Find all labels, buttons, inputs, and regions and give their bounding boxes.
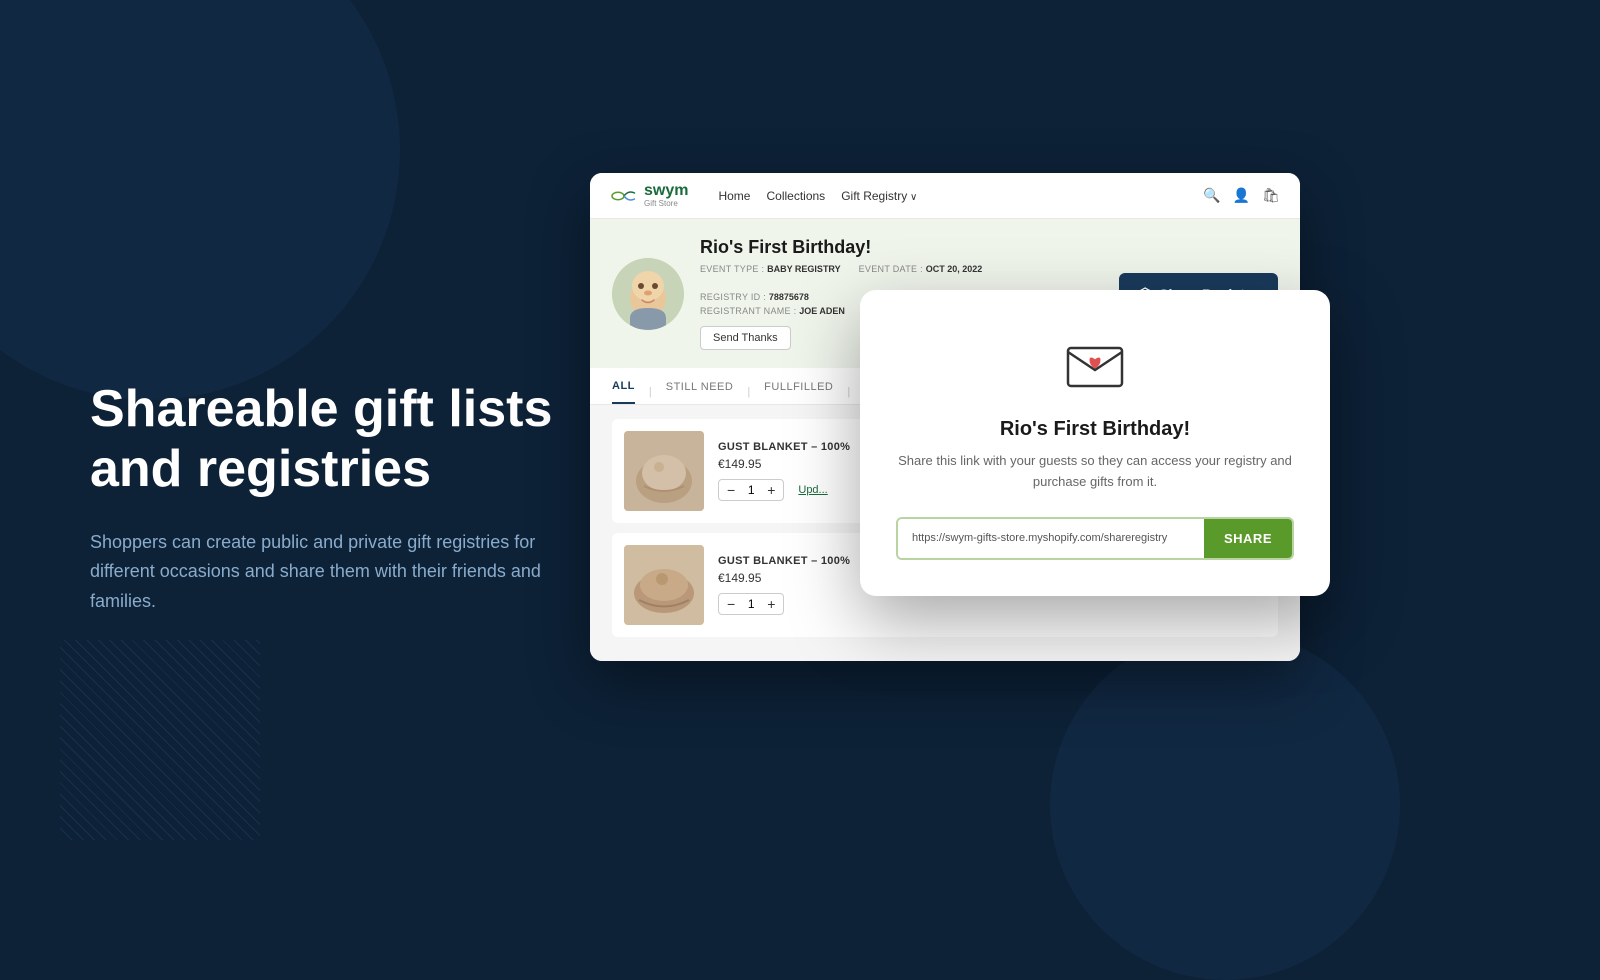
qty-increase-2[interactable]: + — [767, 597, 775, 611]
tab-all[interactable]: ALL — [612, 380, 635, 404]
nav-home[interactable]: Home — [718, 189, 750, 203]
bg-circle-1 — [0, 0, 400, 400]
bg-circle-2 — [1050, 630, 1400, 980]
tab-divider-3: | — [847, 386, 850, 398]
qty-value-2: 1 — [743, 597, 759, 611]
meta-registry-id-label: REGISTRY ID : — [700, 292, 769, 302]
qty-value-1: 1 — [743, 483, 759, 497]
product-image-1 — [624, 431, 704, 511]
gift-registry-icon — [1060, 330, 1130, 400]
meta-event-type: EVENT TYPE : BABY REGISTRY — [700, 264, 841, 274]
modal-title: Rio's First Birthday! — [896, 418, 1294, 441]
store-nav-links: Home Collections Gift Registry — [718, 189, 1183, 203]
nav-collections[interactable]: Collections — [766, 189, 825, 203]
search-icon[interactable]: 🔍 — [1203, 187, 1220, 204]
nav-gift-registry[interactable]: Gift Registry — [841, 189, 917, 203]
store-nav-icons: 🔍 👤 🛍 — [1203, 187, 1280, 204]
cart-icon[interactable]: 🛍 — [1262, 187, 1280, 204]
registry-avatar — [612, 258, 684, 330]
modal-icon — [1060, 330, 1130, 400]
meta-event-date-label: EVENT DATE : — [859, 264, 926, 274]
product-controls-2: − 1 + — [718, 593, 1140, 615]
account-icon[interactable]: 👤 — [1233, 187, 1250, 204]
share-url-row: SHARE — [896, 517, 1294, 560]
qty-decrease-1[interactable]: − — [727, 483, 735, 497]
share-copy-button[interactable]: SHARE — [1204, 519, 1292, 558]
logo-text: swym — [644, 183, 688, 199]
baby-avatar-img — [612, 258, 684, 330]
bg-lines — [60, 640, 260, 840]
swym-logo-icon — [610, 187, 638, 205]
sub-text: Shoppers can create public and private g… — [90, 528, 570, 617]
modal-description: Share this link with your guests so they… — [896, 451, 1294, 493]
tab-still-need[interactable]: STILL NEED — [666, 381, 734, 403]
registry-title: Rio's First Birthday! — [700, 237, 1103, 258]
qty-control-2: − 1 + — [718, 593, 784, 615]
qty-control-1: − 1 + — [718, 479, 784, 501]
tab-divider-1: | — [649, 386, 652, 398]
qty-increase-1[interactable]: + — [767, 483, 775, 497]
meta-event-date-value: OCT 20, 2022 — [926, 264, 983, 274]
store-nav: swym Gift Store Home Collections Gift Re… — [590, 173, 1300, 219]
product-image-svg-2 — [624, 545, 704, 625]
product-image-svg-1 — [624, 431, 704, 511]
share-url-input[interactable] — [898, 519, 1204, 558]
main-heading: Shareable gift lists and registries — [90, 380, 570, 500]
send-thanks-button[interactable]: Send Thanks — [700, 326, 791, 350]
update-link-1[interactable]: Upd... — [798, 484, 827, 496]
product-image-2 — [624, 545, 704, 625]
qty-decrease-2[interactable]: − — [727, 597, 735, 611]
meta-registry-id: REGISTRY ID : 78875678 — [700, 292, 809, 302]
left-section: Shareable gift lists and registries Shop… — [90, 380, 570, 617]
meta-registrant-label: REGISTRANT NAME : — [700, 306, 799, 316]
tab-divider-2: | — [747, 386, 750, 398]
store-logo: swym Gift Store — [610, 183, 688, 208]
logo-subtext: Gift Store — [644, 200, 688, 208]
share-modal: Rio's First Birthday! Share this link wi… — [860, 290, 1330, 596]
meta-event-type-label: EVENT TYPE : — [700, 264, 767, 274]
meta-event-type-value: BABY REGISTRY — [767, 264, 841, 274]
meta-registrant: REGISTRANT NAME : JOE ADEN — [700, 306, 845, 316]
meta-event-date: EVENT DATE : OCT 20, 2022 — [859, 264, 983, 274]
meta-registrant-value: JOE ADEN — [799, 306, 845, 316]
meta-registry-id-value: 78875678 — [769, 292, 809, 302]
tab-fullfilled[interactable]: FULLFILLED — [764, 381, 833, 403]
